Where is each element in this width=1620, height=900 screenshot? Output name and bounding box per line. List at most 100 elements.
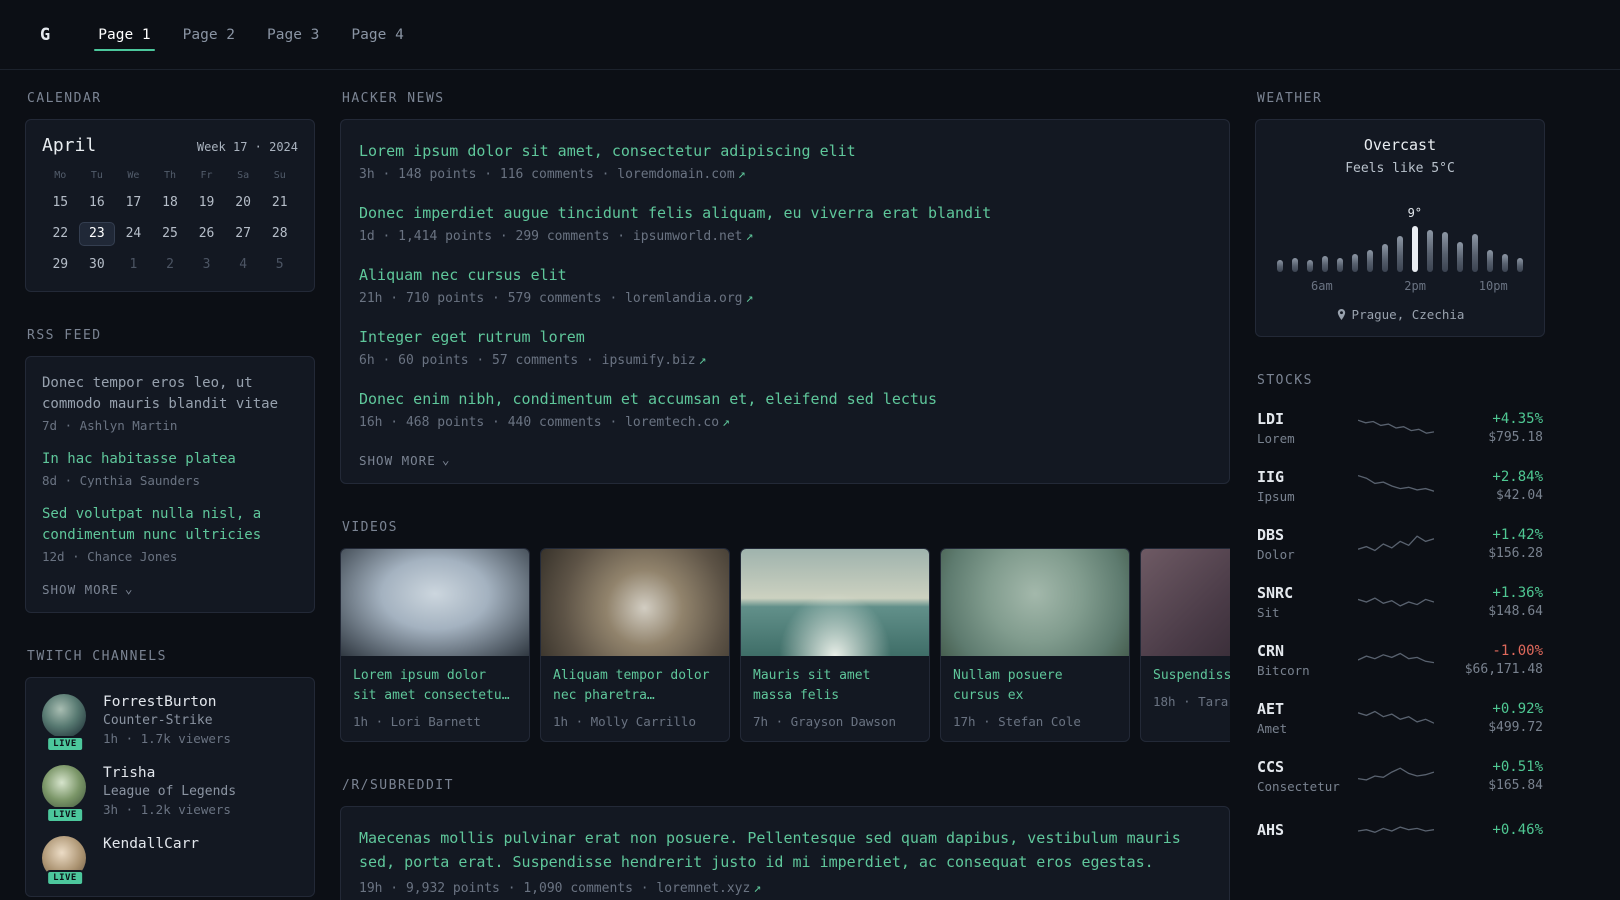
weather-temp-label: 9°: [1407, 206, 1423, 220]
stocks-widget: STOCKS LDI Lorem +4.35% $795.18 IIG Ipsum +2.8…: [1255, 373, 1545, 857]
video-title[interactable]: Nullam posuere cursus ex: [953, 666, 1117, 706]
hn-item-meta: 1d · 1,414 points · 299 comments · ipsum…: [359, 229, 754, 244]
weather-bar: [1367, 250, 1373, 272]
weather-condition: Overcast: [1363, 136, 1437, 154]
external-link-icon[interactable]: ↗: [738, 167, 746, 182]
hn-show-more-button[interactable]: SHOW MORE ⌄: [359, 453, 451, 468]
rss-item-title[interactable]: In hac habitasse platea: [42, 449, 298, 470]
video-title[interactable]: Mauris sit amet massa felis: [753, 666, 917, 706]
live-badge: LIVE: [46, 736, 84, 752]
hn-item-meta: 21h · 710 points · 579 comments · loreml…: [359, 291, 754, 306]
weather-time-label: 2pm: [1404, 279, 1426, 293]
chevron-down-icon: ⌄: [441, 453, 451, 468]
video-meta: 1h · Lori Barnett: [353, 714, 481, 730]
stock-change: +0.46%: [1492, 821, 1543, 838]
nav-tab-page-3[interactable]: Page 3: [265, 17, 321, 53]
weather-bar: [1442, 232, 1448, 272]
hn-item-title[interactable]: Lorem ipsum dolor sit amet, consectetur …: [359, 141, 1211, 162]
rss-item-title[interactable]: Donec tempor eros leo, ut commodo mauris…: [42, 373, 298, 415]
stock-price-block: +1.42% $156.28: [1443, 527, 1543, 561]
weather-location-text: Prague, Czechia: [1351, 307, 1465, 322]
nav-tab-page-2[interactable]: Page 2: [181, 17, 237, 53]
channel-meta: 1h · 1.7k viewers: [103, 731, 231, 746]
external-link-icon[interactable]: ↗: [722, 415, 730, 430]
external-link-icon[interactable]: ↗: [746, 229, 754, 244]
live-badge: LIVE: [46, 807, 84, 823]
weather-bar: [1322, 256, 1328, 272]
video-title[interactable]: Suspendisse diam: [1153, 666, 1230, 686]
calendar-day: 19: [198, 195, 215, 210]
rss-item-title[interactable]: Sed volutpat nulla nisl, a condimentum n…: [42, 504, 298, 546]
video-meta: 7h · Grayson Dawson: [753, 714, 896, 730]
calendar-day: 1: [129, 257, 138, 272]
calendar-day-header: We: [127, 170, 140, 181]
stock-change: +0.92%: [1492, 701, 1543, 717]
weather-bar: [1292, 258, 1298, 272]
video-thumbnail: [1141, 549, 1230, 656]
stock-symbol-block: DBS Dolor: [1257, 526, 1349, 562]
twitch-channel[interactable]: LIVE KendallCarr: [42, 836, 298, 886]
video-meta: 18h · Tara: [1153, 694, 1229, 710]
stock-symbol-block: LDI Lorem: [1257, 410, 1349, 446]
channel-info: ForrestBurton Counter-Strike 1h · 1.7k vie…: [103, 694, 231, 746]
stock-row: SNRC Sit +1.36% $148.64: [1255, 573, 1545, 631]
calendar-day-header: Mo: [54, 170, 67, 181]
rss-widget: RSS FEED Donec tempor eros leo, ut commo…: [25, 328, 315, 613]
stock-name: Ipsum: [1257, 489, 1295, 504]
hn-item-title[interactable]: Donec imperdiet augue tincidunt felis al…: [359, 203, 1211, 224]
right-column: WEATHER Overcast Feels like 5°C 9° 6am 2p…: [1255, 91, 1545, 893]
video-title[interactable]: Lorem ipsum dolor sit amet consectetu…: [353, 666, 517, 706]
external-link-icon[interactable]: ↗: [699, 353, 707, 368]
hn-item-title[interactable]: Donec enim nibh, condimentum et accumsan…: [359, 389, 1211, 410]
video-card[interactable]: Suspendisse diam 18h · Tara: [1140, 548, 1230, 743]
stock-price-block: +0.92% $499.72: [1443, 701, 1543, 735]
stock-price: $156.28: [1488, 546, 1543, 561]
weather-bar: [1502, 254, 1508, 272]
calendar-day: 24: [125, 226, 142, 241]
subreddit-post-title[interactable]: Maecenas mollis pulvinar erat non posuer…: [359, 826, 1211, 874]
stock-symbol: IIG: [1257, 468, 1285, 486]
twitch-channel[interactable]: LIVE Trisha League of Legends 3h · 1.2k vie…: [42, 765, 298, 823]
hacker-news-card: Lorem ipsum dolor sit amet, consectetur …: [340, 119, 1230, 484]
video-thumbnail: [741, 549, 929, 656]
external-link-icon[interactable]: ↗: [746, 291, 754, 306]
stock-sparkline: [1349, 413, 1443, 443]
twitch-card: LIVE ForrestBurton Counter-Strike 1h · 1.7k…: [25, 677, 315, 897]
rss-section-title: RSS FEED: [27, 328, 102, 343]
stock-price-block: +2.84% $42.04: [1443, 469, 1543, 503]
stock-price-block: -1.00% $66,171.48: [1443, 643, 1543, 677]
stock-symbol: LDI: [1257, 410, 1285, 428]
stock-sparkline: [1349, 529, 1443, 559]
avatar-image: [42, 765, 86, 809]
weather-location: Prague, Czechia: [1274, 307, 1526, 322]
nav-tab-page-4[interactable]: Page 4: [349, 17, 405, 53]
subreddit-card: Maecenas mollis pulvinar erat non posuer…: [340, 806, 1230, 900]
calendar-day: 18: [162, 195, 178, 210]
video-card[interactable]: Lorem ipsum dolor sit amet consectetu… 1h…: [340, 548, 530, 743]
stock-row: AET Amet +0.92% $499.72: [1255, 689, 1545, 747]
rss-item-meta: 12d · Chance Jones: [42, 549, 178, 564]
hn-item-meta: 16h · 468 points · 440 comments · loremt…: [359, 415, 730, 430]
stock-change: +2.84%: [1492, 469, 1543, 485]
show-more-label: SHOW MORE: [42, 582, 119, 597]
external-link-icon[interactable]: ↗: [753, 881, 761, 896]
hn-item-title[interactable]: Aliquam nec cursus elit: [359, 265, 1211, 286]
video-card[interactable]: Nullam posuere cursus ex 17h · Stefan Col…: [940, 548, 1130, 743]
twitch-channel[interactable]: LIVE ForrestBurton Counter-Strike 1h · 1.7k…: [42, 694, 298, 752]
weather-bar: [1397, 236, 1403, 272]
stock-price: $499.72: [1488, 720, 1543, 735]
calendar-day: 28: [271, 226, 288, 241]
video-card[interactable]: Mauris sit amet massa felis 7h · Grayson …: [740, 548, 930, 743]
twitch-widget: TWITCH CHANNELS LIVE ForrestBurton Counter…: [25, 649, 315, 897]
stock-row: DBS Dolor +1.42% $156.28: [1255, 515, 1545, 573]
calendar-grid: Mo Tu We Th Fr Sa Su 15 16 17 18 19 20 21 22 23 24 25 26 27…: [42, 170, 298, 277]
hn-item-title[interactable]: Integer eget rutrum lorem: [359, 327, 1211, 348]
rss-show-more-button[interactable]: SHOW MORE ⌄: [42, 582, 134, 597]
twitch-avatar: LIVE: [42, 765, 88, 823]
video-card[interactable]: Aliquam tempor dolor nec pharetra… 1h · M…: [540, 548, 730, 743]
video-title[interactable]: Aliquam tempor dolor nec pharetra…: [553, 666, 717, 706]
channel-name: KendallCarr: [103, 836, 200, 852]
stock-price: $165.84: [1488, 778, 1543, 793]
nav-tab-page-1[interactable]: Page 1: [94, 17, 156, 53]
calendar-day: 4: [239, 257, 248, 272]
